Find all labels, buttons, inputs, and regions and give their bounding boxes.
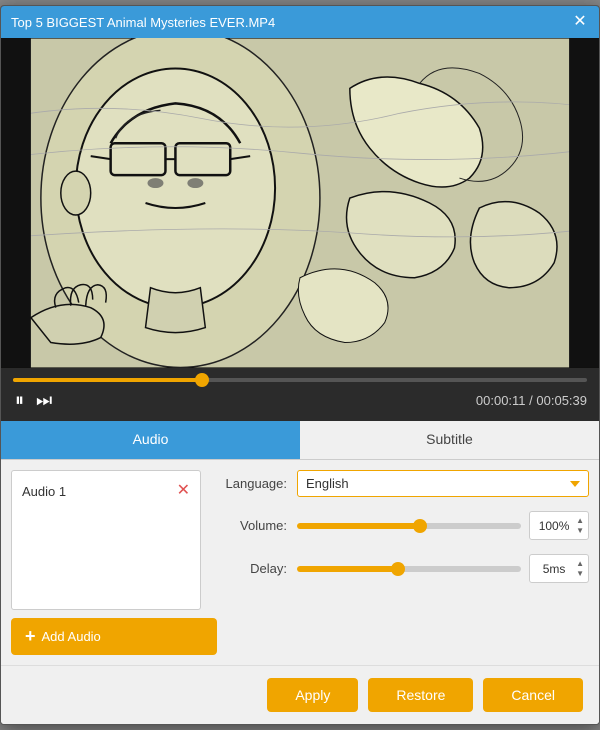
delay-value: 5ms (534, 562, 574, 576)
delay-label: Delay: (217, 561, 287, 576)
cancel-button[interactable]: Cancel (483, 678, 583, 712)
audio-list-panel: Audio 1 ✕ (11, 470, 201, 610)
delay-down-button[interactable]: ▼ (576, 569, 584, 579)
language-label: Language: (217, 476, 287, 491)
action-bar: Apply Restore Cancel (1, 665, 599, 724)
time-display: 00:00:11 / 00:05:39 (476, 393, 587, 408)
current-time: 00:00:11 (476, 393, 526, 408)
add-audio-button[interactable]: + Add Audio (11, 618, 217, 655)
language-row: Language: English Spanish French German … (217, 470, 589, 497)
apply-button[interactable]: Apply (267, 678, 358, 712)
delay-row: Delay: 5ms ▲ ▼ (217, 554, 589, 583)
delay-thumb[interactable] (391, 562, 405, 576)
delay-arrows: ▲ ▼ (576, 559, 584, 578)
title-bar: Top 5 BIGGEST Animal Mysteries EVER.MP4 … (1, 6, 599, 38)
controls-bar: ⏸ ⏭ 00:00:11 / 00:05:39 (1, 368, 599, 421)
delay-up-button[interactable]: ▲ (576, 559, 584, 569)
tabs-header: Audio Subtitle (1, 421, 599, 460)
delay-value-box: 5ms ▲ ▼ (529, 554, 589, 583)
playback-left: ⏸ ⏭ (13, 388, 54, 413)
volume-arrows: ▲ ▼ (576, 516, 584, 535)
volume-label: Volume: (217, 518, 287, 533)
volume-value: 100% (534, 519, 574, 533)
main-window: Top 5 BIGGEST Animal Mysteries EVER.MP4 … (0, 5, 600, 725)
tabs-section: Audio Subtitle Audio 1 ✕ + Add Audio (1, 421, 599, 724)
window-title: Top 5 BIGGEST Animal Mysteries EVER.MP4 (11, 15, 275, 30)
remove-audio-button[interactable]: ✕ (177, 483, 190, 499)
add-audio-label: Add Audio (42, 629, 101, 644)
volume-value-box: 100% ▲ ▼ (529, 511, 589, 540)
audio-item-label: Audio 1 (22, 484, 66, 499)
video-player (1, 38, 599, 368)
volume-thumb[interactable] (413, 519, 427, 533)
language-select[interactable]: English Spanish French German Chinese Ja… (297, 470, 589, 497)
skip-button[interactable]: ⏭ (34, 388, 54, 413)
audio-settings-panel: Language: English Spanish French German … (217, 470, 589, 655)
volume-slider[interactable] (297, 523, 521, 529)
video-frame (1, 38, 599, 368)
tab-audio[interactable]: Audio (1, 421, 300, 459)
total-time: 00:05:39 (536, 393, 587, 408)
progress-thumb[interactable] (195, 373, 209, 387)
language-control: English Spanish French German Chinese Ja… (297, 470, 589, 497)
tab-content-audio: Audio 1 ✕ + Add Audio Language: English (1, 460, 599, 665)
volume-row: Volume: 100% ▲ ▼ (217, 511, 589, 540)
delay-slider[interactable] (297, 566, 521, 572)
progress-filled (13, 378, 202, 382)
delay-control: 5ms ▲ ▼ (297, 554, 589, 583)
restore-button[interactable]: Restore (368, 678, 473, 712)
plus-icon: + (25, 626, 36, 647)
volume-down-button[interactable]: ▼ (576, 526, 584, 536)
play-pause-button[interactable]: ⏸ (13, 388, 26, 413)
volume-up-button[interactable]: ▲ (576, 516, 584, 526)
volume-control: 100% ▲ ▼ (297, 511, 589, 540)
progress-container[interactable] (13, 374, 587, 388)
tab-subtitle[interactable]: Subtitle (300, 421, 599, 459)
close-button[interactable]: ✕ (571, 13, 589, 31)
playback-controls: ⏸ ⏭ 00:00:11 / 00:05:39 (13, 388, 587, 413)
audio-item: Audio 1 ✕ (20, 479, 192, 503)
progress-track[interactable] (13, 378, 587, 382)
